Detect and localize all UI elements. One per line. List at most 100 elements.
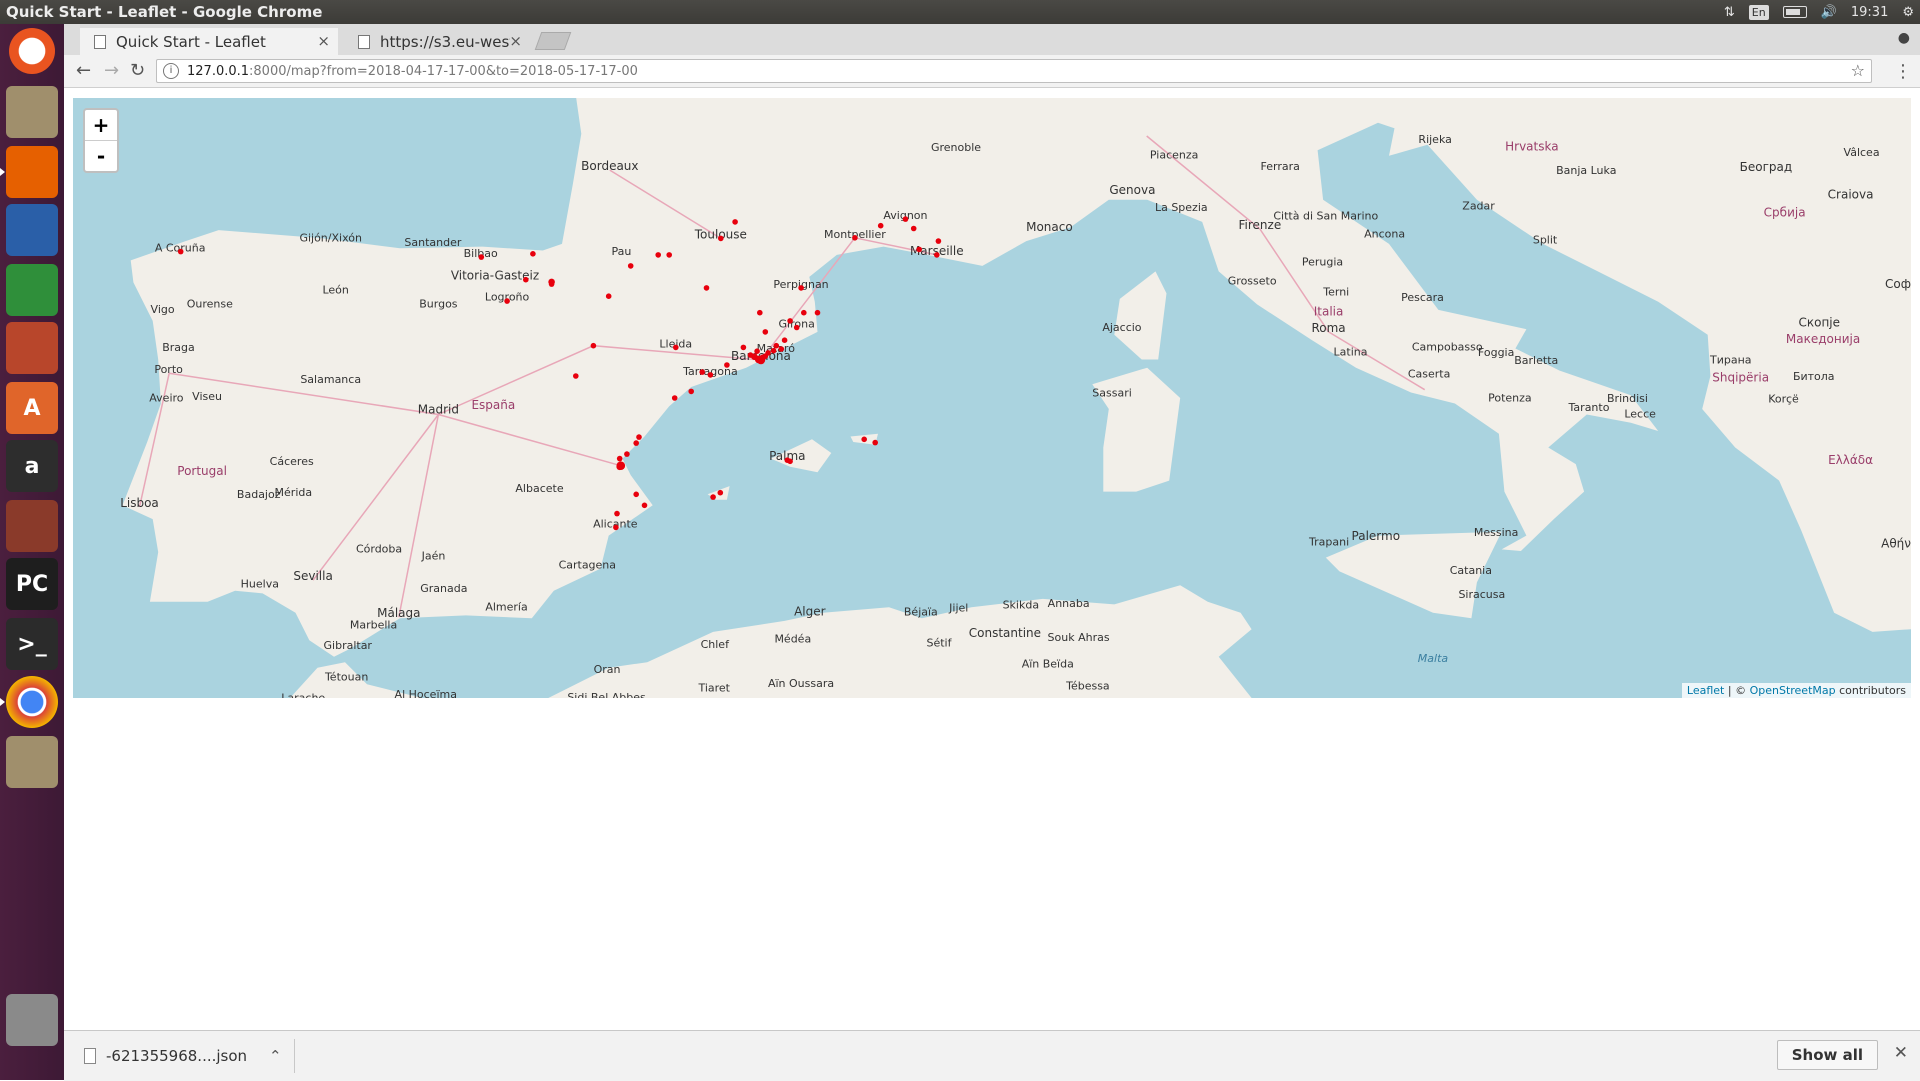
map-marker[interactable] [740,344,747,351]
map-marker[interactable] [633,440,639,446]
impress-icon[interactable] [6,322,58,374]
map-marker[interactable] [902,216,909,222]
download-item[interactable]: -621355968....json ⌃ [84,1041,282,1071]
map-marker[interactable] [504,298,510,304]
map-marker[interactable] [773,342,780,349]
map-marker[interactable] [624,451,630,457]
close-tab-icon[interactable]: × [317,32,330,50]
map-marker[interactable] [523,276,529,283]
back-icon[interactable]: ← [76,60,91,81]
map-marker[interactable] [787,458,793,465]
map-marker[interactable] [934,252,940,258]
map-marker[interactable] [718,235,724,242]
map-marker[interactable] [703,285,710,291]
map-marker[interactable] [671,395,678,401]
firefox-icon[interactable] [0,146,58,198]
map-marker[interactable] [861,436,867,443]
map-marker[interactable] [732,219,738,225]
map-marker[interactable] [710,494,716,500]
map-tiles[interactable]: BordeauxToulouse MontpellierAvignonMarsei… [73,98,1911,698]
map-marker[interactable] [688,388,694,395]
close-tab-icon[interactable]: × [509,32,522,50]
ubuntu-dash-icon[interactable] [9,28,55,74]
map-marker[interactable] [872,439,878,446]
map-marker[interactable] [530,251,536,257]
map-marker[interactable] [814,309,821,316]
map-marker[interactable] [478,254,485,260]
map-marker[interactable] [935,238,942,244]
bookmark-star-icon[interactable]: ☆ [1851,61,1865,80]
network-icon[interactable]: ⇅ [1724,5,1735,20]
keyboard-layout[interactable]: En [1748,4,1769,20]
profile-icon[interactable]: ● [1898,30,1910,46]
software-center-icon[interactable]: A [6,382,58,434]
map-marker[interactable] [762,329,769,335]
map-marker[interactable] [636,434,642,440]
map-marker[interactable] [666,252,672,258]
map-marker[interactable] [717,489,724,496]
writer-icon[interactable] [6,204,58,256]
map-marker[interactable] [793,324,800,331]
map-marker[interactable] [627,263,634,269]
map-marker[interactable] [770,347,777,354]
trash-icon[interactable] [6,994,58,1046]
forward-icon[interactable]: → [104,60,119,81]
calc-icon[interactable] [6,264,58,316]
map-marker[interactable] [757,309,763,316]
map-marker[interactable] [616,463,623,471]
map-marker[interactable] [707,372,714,378]
gear-icon[interactable]: ⚙ [1902,5,1914,20]
amazon-icon[interactable]: a [6,440,58,492]
new-tab-button[interactable] [534,32,572,50]
map-marker[interactable] [177,248,184,255]
reload-icon[interactable]: ↻ [130,60,145,81]
map-marker[interactable] [765,350,771,356]
map-marker[interactable] [747,352,754,358]
leaflet-link[interactable]: Leaflet [1687,684,1724,697]
map-marker[interactable] [699,369,705,375]
chevron-up-icon[interactable]: ⌃ [269,1047,282,1065]
map-marker[interactable] [801,309,807,316]
map-marker[interactable] [877,222,884,229]
show-all-button[interactable]: Show all [1776,1040,1878,1070]
volume-icon[interactable]: 🔊 [1821,5,1837,20]
map-marker[interactable] [724,362,730,368]
zoom-out-button[interactable]: - [85,141,117,171]
settings-icon[interactable] [6,500,58,552]
chrome-icon[interactable] [0,676,58,728]
files2-icon[interactable] [6,736,58,788]
map-marker[interactable] [778,346,785,352]
map-marker[interactable] [916,246,922,253]
map-marker[interactable] [590,342,597,349]
map-marker[interactable] [754,348,760,354]
leaflet-map[interactable]: Bordeaux Toulouse Montpellier Avignon Marsei… [73,98,1911,698]
map-marker[interactable] [910,225,917,232]
map-marker[interactable] [852,235,858,241]
files-icon[interactable] [6,86,58,138]
map-marker[interactable] [641,502,648,509]
map-marker[interactable] [548,281,555,287]
menu-icon[interactable]: ⋮ [1894,61,1912,82]
map-marker[interactable] [614,510,620,517]
battery-icon[interactable] [1782,6,1807,18]
clock[interactable]: 19:31 [1851,5,1888,20]
address-bar[interactable]: i 127.0.0.1 :8000/map?from=2018-04-17-17… [156,59,1872,83]
map-marker[interactable] [613,524,619,531]
map-marker[interactable] [605,293,612,299]
info-icon[interactable]: i [163,63,179,79]
zoom-in-button[interactable]: + [85,110,117,141]
close-icon[interactable]: ✕ [1894,1043,1908,1063]
map-marker[interactable] [573,373,579,379]
map-marker[interactable] [616,455,623,462]
pycharm-icon[interactable]: PC [6,558,58,610]
terminal-icon[interactable]: >_ [6,618,58,670]
map-marker[interactable] [655,252,661,258]
tab-s3[interactable]: https://s3.eu-west-1 × [344,28,530,55]
map-marker[interactable] [787,318,793,324]
osm-link[interactable]: OpenStreetMap [1750,684,1836,697]
map-marker[interactable] [781,337,788,343]
map-marker[interactable] [673,344,679,351]
map-marker[interactable] [798,285,804,291]
map-marker[interactable] [633,491,639,498]
tab-quick-start[interactable]: Quick Start - Leaflet × [80,28,338,55]
